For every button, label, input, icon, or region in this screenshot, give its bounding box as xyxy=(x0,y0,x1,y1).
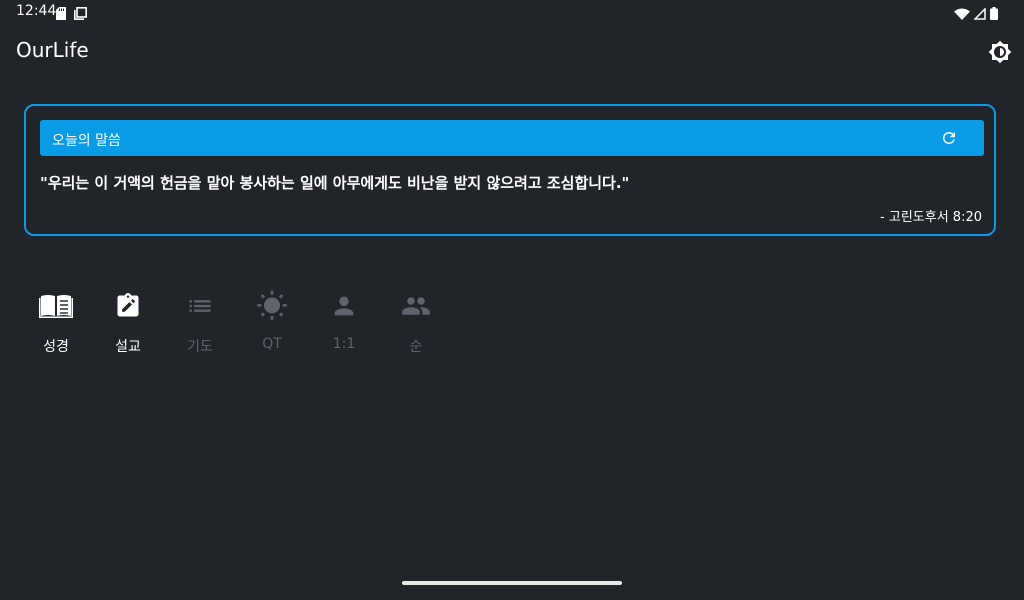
sun-icon xyxy=(254,288,290,324)
status-bar: 12:44 xyxy=(0,0,1024,24)
menu-item-qt[interactable]: QT xyxy=(236,284,308,360)
app-bar: OurLife xyxy=(0,24,1024,80)
menu-label: 설교 xyxy=(115,339,141,355)
menu-item-bible[interactable]: 성경 xyxy=(20,284,92,360)
status-left-icons xyxy=(56,5,87,24)
brightness-icon xyxy=(988,40,1012,68)
verse-card: 오늘의 말씀 "우리는 이 거액의 헌금을 맡아 봉사하는 일에 아무에게도 비… xyxy=(24,104,996,236)
theme-toggle-button[interactable] xyxy=(988,40,1012,64)
sd-card-icon xyxy=(56,5,66,24)
menu-label: 순 xyxy=(409,339,423,355)
menu-label: QT xyxy=(262,336,282,352)
person-icon xyxy=(326,288,362,324)
menu-item-prayer[interactable]: 기도 xyxy=(164,284,236,360)
wifi-icon xyxy=(954,5,970,24)
menu-label: 성경 xyxy=(43,339,69,355)
list-icon xyxy=(182,288,218,324)
menu-item-one-on-one[interactable]: 1:1 xyxy=(308,284,380,360)
verse-header-title: 오늘의 말씀 xyxy=(52,133,121,149)
screenshot-icon xyxy=(74,5,87,24)
menu-label: 기도 xyxy=(187,339,213,355)
status-right-icons xyxy=(954,5,998,24)
menu-item-group[interactable]: 순 xyxy=(380,284,452,360)
battery-icon xyxy=(990,5,998,24)
menu-label: 1:1 xyxy=(332,336,356,352)
cell-signal-icon xyxy=(973,5,986,24)
main-menu: 성경 설교 기도 QT 1:1 순 xyxy=(20,284,452,360)
refresh-icon xyxy=(940,132,958,151)
app-title: OurLife xyxy=(16,38,89,62)
book-icon xyxy=(38,288,74,324)
verse-text: "우리는 이 거액의 헌금을 맡아 봉사하는 일에 아무에게도 비난을 받지 않… xyxy=(40,174,630,192)
verse-header: 오늘의 말씀 xyxy=(40,120,984,156)
gesture-nav-handle[interactable] xyxy=(402,581,622,585)
menu-item-sermon[interactable]: 설교 xyxy=(92,284,164,360)
status-time: 12:44 xyxy=(16,3,57,19)
verse-reference: - 고린도후서 8:20 xyxy=(880,210,982,225)
assignment-edit-icon xyxy=(110,288,146,324)
people-icon xyxy=(398,288,434,324)
refresh-button[interactable] xyxy=(940,129,958,147)
